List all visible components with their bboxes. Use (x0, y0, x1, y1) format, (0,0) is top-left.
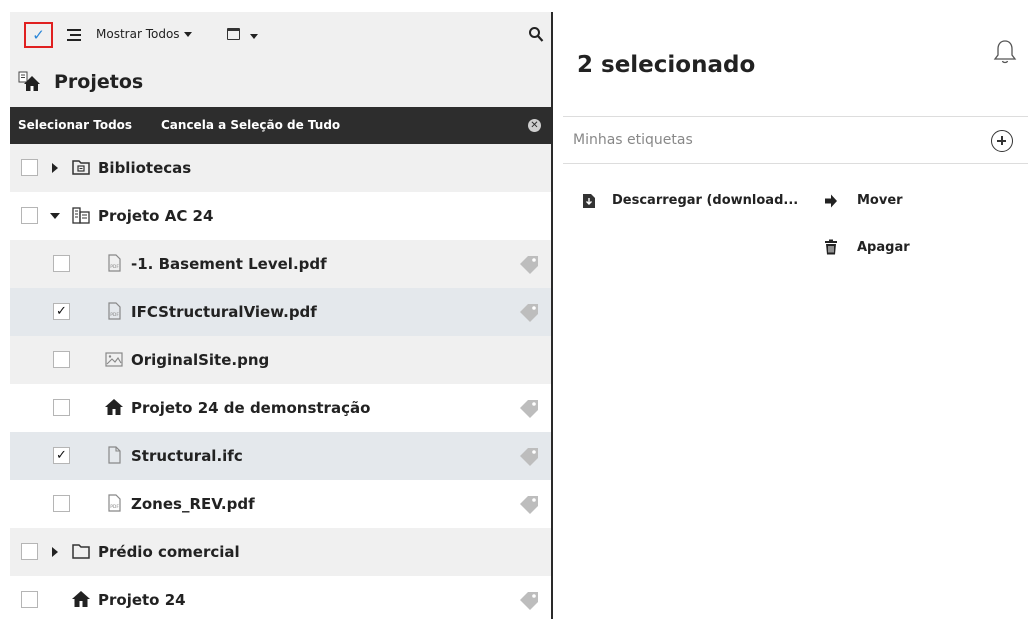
add-tag-icon[interactable] (991, 130, 1013, 152)
item-checkbox[interactable] (53, 351, 70, 368)
item-checkbox[interactable] (21, 591, 38, 608)
svg-text:PDF: PDF (110, 504, 119, 510)
deselect-all-button[interactable]: Cancela a Seleção de Tudo (161, 118, 340, 132)
navigator-panel: ✓ Mostrar Todos Projetos Selecionar Todo (0, 0, 552, 619)
item-checkbox[interactable] (21, 207, 38, 224)
delete-label: Apagar (857, 240, 910, 255)
download-label: Descarregar (download... (612, 193, 799, 208)
checkmark-icon: ✓ (32, 26, 45, 44)
tree-item-projeto-24-demonstracao[interactable]: Projeto 24 de demonstração (10, 384, 552, 432)
navigator-toolbar: ✓ Mostrar Todos (10, 12, 552, 59)
select-all-button[interactable]: Selecionar Todos (18, 118, 132, 132)
search-icon[interactable] (528, 26, 544, 44)
tree-item-basement-level[interactable]: PDF -1. Basement Level.pdf (10, 240, 552, 288)
tree-item-structural-ifc[interactable]: ✓ Structural.ifc (10, 432, 552, 480)
item-checkbox[interactable] (53, 399, 70, 416)
item-checkbox[interactable] (21, 543, 38, 560)
folder-icon (72, 544, 90, 559)
tree-item-predio-comercial[interactable]: Prédio comercial (10, 528, 552, 576)
tree-item-ifcstructuralview[interactable]: ✓ PDF IFCStructuralView.pdf (10, 288, 552, 336)
pdf-file-icon: PDF (108, 302, 121, 320)
arrow-right-icon (825, 194, 837, 208)
tag-icon[interactable] (518, 302, 540, 322)
item-label: Projeto AC 24 (98, 207, 214, 225)
building-icon (72, 207, 90, 224)
item-label: IFCStructuralView.pdf (131, 303, 317, 321)
expand-arrow-icon[interactable] (52, 163, 58, 173)
tag-icon[interactable] (518, 590, 540, 610)
selection-count-title: 2 selecionado (577, 52, 756, 78)
item-label: Projeto 24 (98, 591, 186, 609)
my-tags-label: Minhas etiquetas (573, 132, 693, 148)
page-title: Projetos (54, 71, 144, 93)
pdf-file-icon: PDF (108, 254, 121, 272)
divider-line (563, 116, 1028, 117)
tree-item-projeto-ac-24[interactable]: Projeto AC 24 (10, 192, 552, 240)
item-label: OriginalSite.png (131, 351, 270, 369)
item-label: Projeto 24 de demonstração (131, 399, 371, 417)
item-checkbox[interactable] (53, 255, 70, 272)
tree-view-icon[interactable] (67, 29, 81, 41)
item-label: Bibliotecas (98, 159, 192, 177)
chevron-down-icon (183, 32, 192, 37)
trash-icon (825, 239, 837, 255)
tag-icon[interactable] (518, 494, 540, 514)
house-icon (72, 591, 90, 607)
svg-text:PDF: PDF (110, 312, 119, 318)
selection-bar: Selecionar Todos Cancela a Seleção de Tu… (10, 107, 552, 144)
item-checkbox[interactable] (21, 159, 38, 176)
house-icon (105, 399, 123, 415)
collapse-arrow-icon[interactable] (50, 213, 60, 219)
item-checkbox[interactable] (53, 495, 70, 512)
library-folder-icon (72, 160, 90, 175)
show-all-dropdown[interactable]: Mostrar Todos (96, 27, 192, 41)
item-label: Structural.ifc (131, 447, 243, 465)
download-icon (583, 194, 595, 208)
tag-icon[interactable] (518, 446, 540, 466)
show-all-label: Mostrar Todos (96, 27, 180, 41)
divider-line (563, 163, 1028, 164)
calendar-dropdown-caret[interactable] (250, 34, 258, 39)
calendar-icon[interactable] (227, 28, 240, 40)
item-checkbox-checked[interactable]: ✓ (53, 447, 70, 464)
item-label: Prédio comercial (98, 543, 240, 561)
project-house-icon (18, 71, 40, 91)
move-label: Mover (857, 193, 903, 208)
image-file-icon (105, 352, 123, 367)
svg-text:PDF: PDF (110, 264, 119, 270)
file-icon (108, 446, 121, 464)
selection-mode-toggle[interactable]: ✓ (24, 22, 53, 48)
bell-icon[interactable] (993, 38, 1017, 66)
item-checkbox-checked[interactable]: ✓ (53, 303, 70, 320)
tree-item-projeto-24[interactable]: Projeto 24 (10, 576, 552, 624)
tree-item-originalsite[interactable]: OriginalSite.png (10, 336, 552, 384)
tag-icon[interactable] (518, 254, 540, 274)
pdf-file-icon: PDF (108, 494, 121, 512)
tree-item-zones-rev[interactable]: PDF Zones_REV.pdf (10, 480, 552, 528)
details-panel: 2 selecionado Minhas etiquetas Descarreg… (553, 0, 1029, 619)
tag-icon[interactable] (518, 398, 540, 418)
item-label: Zones_REV.pdf (131, 495, 255, 513)
close-icon[interactable]: ✕ (528, 119, 541, 132)
navigator-title-row: Projetos (10, 59, 552, 107)
item-label: -1. Basement Level.pdf (131, 255, 327, 273)
expand-arrow-icon[interactable] (52, 547, 58, 557)
tree-item-bibliotecas[interactable]: Bibliotecas (10, 144, 552, 192)
